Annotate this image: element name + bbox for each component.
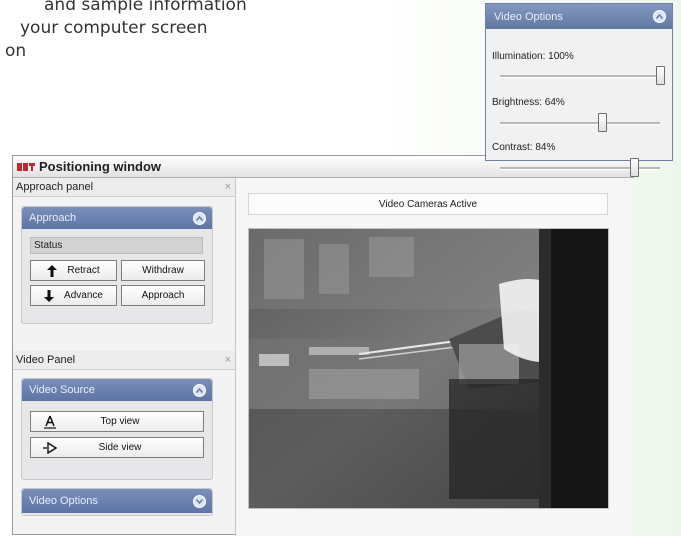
doc-line-3: on [5, 41, 27, 61]
chevron-up-icon[interactable] [653, 10, 666, 23]
contrast-slider[interactable] [500, 158, 660, 177]
contrast-slider-thumb[interactable] [630, 158, 640, 177]
video-display-area: Video Cameras Active [236, 178, 634, 536]
left-panel-column: Approach panel × Approach Status Retract… [13, 178, 236, 536]
window-title: Positioning window [39, 159, 162, 174]
video-source-group: Video Source Top view Side view [21, 378, 213, 480]
brightness-slider[interactable] [500, 113, 660, 132]
retract-label: Retract [67, 265, 100, 276]
top-view-button[interactable]: Top view [30, 411, 204, 432]
advance-button[interactable]: Advance [30, 285, 117, 306]
approach-panel-close-icon[interactable]: × [225, 181, 231, 193]
side-view-button[interactable]: Side view [30, 437, 204, 458]
doc-line-1: and sample information [44, 0, 247, 15]
arrow-up-icon [47, 264, 58, 277]
withdraw-label: Withdraw [142, 265, 184, 276]
advance-label: Advance [64, 290, 103, 301]
chevron-up-icon[interactable] [193, 383, 206, 397]
illumination-slider[interactable] [500, 66, 665, 85]
video-options-title: Video Options [494, 10, 563, 23]
approach-group-title: Approach [29, 212, 77, 224]
chevron-down-icon[interactable] [193, 494, 206, 508]
app-logo-icon [17, 162, 35, 172]
arrow-down-icon [44, 289, 55, 302]
approach-group-header[interactable]: Approach [22, 207, 212, 229]
video-options-panel: Video Options Illumination: 100% Brightn… [485, 3, 673, 177]
video-panel-header: Video Panel × [13, 351, 235, 370]
camera-feed-image [248, 228, 609, 509]
video-options-group: Video Options [21, 488, 213, 516]
video-status-bar: Video Cameras Active [248, 193, 608, 215]
video-options-group-title: Video Options [29, 495, 98, 507]
positioning-window: Positioning window Approach panel × Appr… [12, 155, 634, 536]
brightness-label: Brightness: 64% [492, 97, 565, 108]
side-view-label: Side view [98, 442, 142, 453]
video-source-title: Video Source [29, 384, 95, 396]
top-view-icon [43, 415, 57, 429]
approach-button[interactable]: Approach [121, 285, 205, 306]
video-panel-close-icon[interactable]: × [225, 354, 231, 366]
brightness-slider-thumb[interactable] [598, 113, 608, 132]
illumination-slider-thumb[interactable] [656, 66, 665, 85]
chevron-up-icon[interactable] [193, 211, 206, 225]
approach-status: Status [30, 237, 203, 254]
approach-panel-title: Approach panel [16, 181, 94, 193]
background-document-text: and sample information your computer scr… [0, 0, 260, 63]
side-view-icon [43, 441, 57, 454]
approach-label: Approach [141, 290, 185, 301]
retract-button[interactable]: Retract [30, 260, 117, 281]
video-options-group-header[interactable]: Video Options [22, 489, 212, 513]
video-options-header[interactable]: Video Options [486, 4, 672, 29]
video-panel-title: Video Panel [16, 354, 76, 366]
approach-group: Approach Status Retract Withdraw Advance… [21, 206, 213, 324]
approach-panel-header: Approach panel × [13, 178, 235, 197]
video-source-group-header[interactable]: Video Source [22, 379, 212, 401]
video-status-text: Video Cameras Active [378, 198, 478, 210]
contrast-label: Contrast: 84% [492, 142, 556, 153]
top-view-label: Top view [100, 416, 140, 427]
status-label: Status [34, 240, 63, 251]
doc-line-2: your computer screen [20, 18, 208, 38]
illumination-label: Illumination: 100% [492, 51, 574, 62]
withdraw-button[interactable]: Withdraw [121, 260, 205, 281]
